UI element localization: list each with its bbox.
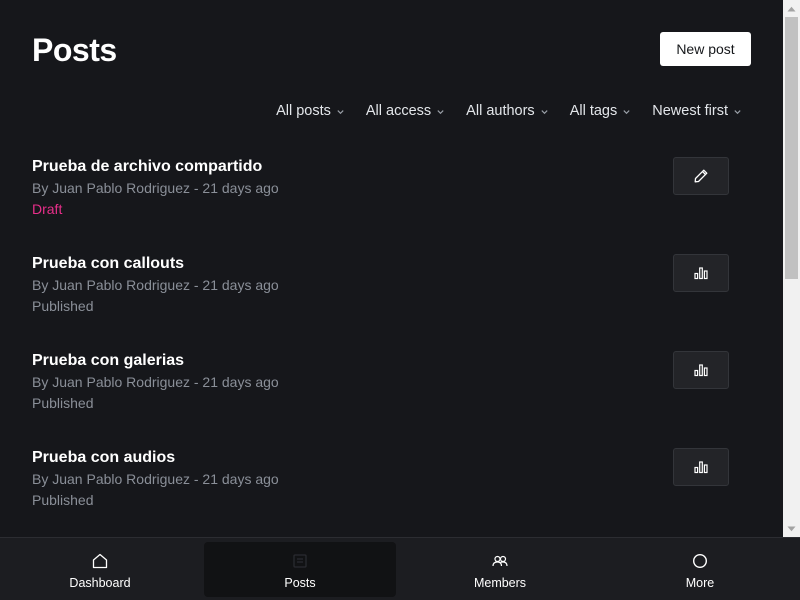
sort-order-dropdown[interactable]: Newest first bbox=[652, 103, 742, 119]
main-content: Posts New post All posts All access All … bbox=[0, 0, 783, 537]
post-meta: By Juan Pablo Rodriguez - 21 days ago bbox=[32, 374, 279, 390]
nav-item-members[interactable]: Members bbox=[404, 542, 596, 597]
new-post-button[interactable]: New post bbox=[660, 32, 751, 66]
post-list-item[interactable]: Prueba de archivo compartido By Juan Pab… bbox=[32, 156, 752, 253]
post-meta: By Juan Pablo Rodriguez - 21 days ago bbox=[32, 471, 279, 487]
pencil-icon bbox=[694, 169, 708, 183]
chevron-down-icon bbox=[437, 109, 444, 114]
scroll-down-arrow-icon[interactable] bbox=[783, 520, 800, 537]
post-analytics-button[interactable] bbox=[673, 351, 729, 389]
more-icon bbox=[692, 553, 708, 569]
analytics-icon bbox=[694, 461, 708, 474]
post-meta: By Juan Pablo Rodriguez - 21 days ago bbox=[32, 277, 279, 293]
post-title[interactable]: Prueba de archivo compartido bbox=[32, 157, 262, 177]
triangle-up-icon bbox=[787, 6, 796, 11]
scrollbar-thumb[interactable] bbox=[785, 17, 798, 279]
chevron-down-icon bbox=[623, 109, 630, 114]
filter-authors-dropdown[interactable]: All authors bbox=[466, 103, 549, 119]
filter-access-dropdown[interactable]: All access bbox=[366, 103, 445, 119]
post-status: Published bbox=[32, 395, 94, 411]
filter-type-label: All posts bbox=[276, 103, 331, 119]
vertical-scrollbar[interactable] bbox=[783, 0, 800, 537]
chevron-down-icon bbox=[337, 109, 344, 114]
post-list: Prueba de archivo compartido By Juan Pab… bbox=[32, 156, 752, 537]
filter-access-label: All access bbox=[365, 103, 432, 119]
app-window: Posts New post All posts All access All … bbox=[0, 0, 800, 600]
analytics-icon bbox=[694, 364, 708, 377]
filter-authors-label: All authors bbox=[466, 103, 535, 119]
filter-bar: All posts All access All authors All tag… bbox=[276, 100, 742, 122]
members-icon bbox=[492, 555, 508, 567]
nav-label: Members bbox=[473, 576, 527, 590]
bottom-navigation: Dashboard Posts Members More bbox=[0, 537, 800, 600]
scroll-up-arrow-icon[interactable] bbox=[783, 0, 800, 17]
edit-post-button[interactable] bbox=[673, 157, 729, 195]
post-meta: By Juan Pablo Rodriguez - 21 days ago bbox=[32, 180, 279, 196]
analytics-icon bbox=[694, 267, 708, 280]
post-title[interactable]: Prueba con audios bbox=[32, 448, 175, 468]
post-list-item[interactable]: Prueba con audios By Juan Pablo Rodrigue… bbox=[32, 447, 752, 537]
nav-item-more[interactable]: More bbox=[604, 542, 796, 597]
post-title[interactable]: Prueba con callouts bbox=[32, 254, 184, 274]
post-list-item[interactable]: Prueba con callouts By Juan Pablo Rodrig… bbox=[32, 253, 752, 350]
post-analytics-button[interactable] bbox=[673, 448, 729, 486]
post-status: Published bbox=[32, 298, 94, 314]
filter-type-dropdown[interactable]: All posts bbox=[276, 103, 345, 119]
post-status: Draft bbox=[32, 201, 63, 217]
chevron-down-icon bbox=[734, 109, 741, 114]
nav-item-dashboard[interactable]: Dashboard bbox=[4, 542, 196, 597]
nav-label: More bbox=[685, 576, 715, 590]
triangle-down-icon bbox=[787, 526, 796, 531]
chevron-down-icon bbox=[541, 109, 548, 114]
post-list-item[interactable]: Prueba con galerias By Juan Pablo Rodrig… bbox=[32, 350, 752, 447]
sort-order-label: Newest first bbox=[652, 103, 728, 119]
nav-label: Posts bbox=[284, 576, 316, 590]
post-status: Published bbox=[32, 492, 94, 508]
filter-tags-label: All tags bbox=[569, 103, 618, 119]
page-title: Posts bbox=[32, 32, 117, 68]
nav-item-posts[interactable]: Posts bbox=[204, 542, 396, 597]
nav-label: Dashboard bbox=[69, 576, 131, 590]
filter-tags-dropdown[interactable]: All tags bbox=[570, 103, 632, 119]
post-title[interactable]: Prueba con galerias bbox=[32, 351, 184, 371]
posts-icon bbox=[293, 554, 307, 568]
home-icon bbox=[92, 553, 108, 569]
post-analytics-button[interactable] bbox=[673, 254, 729, 292]
